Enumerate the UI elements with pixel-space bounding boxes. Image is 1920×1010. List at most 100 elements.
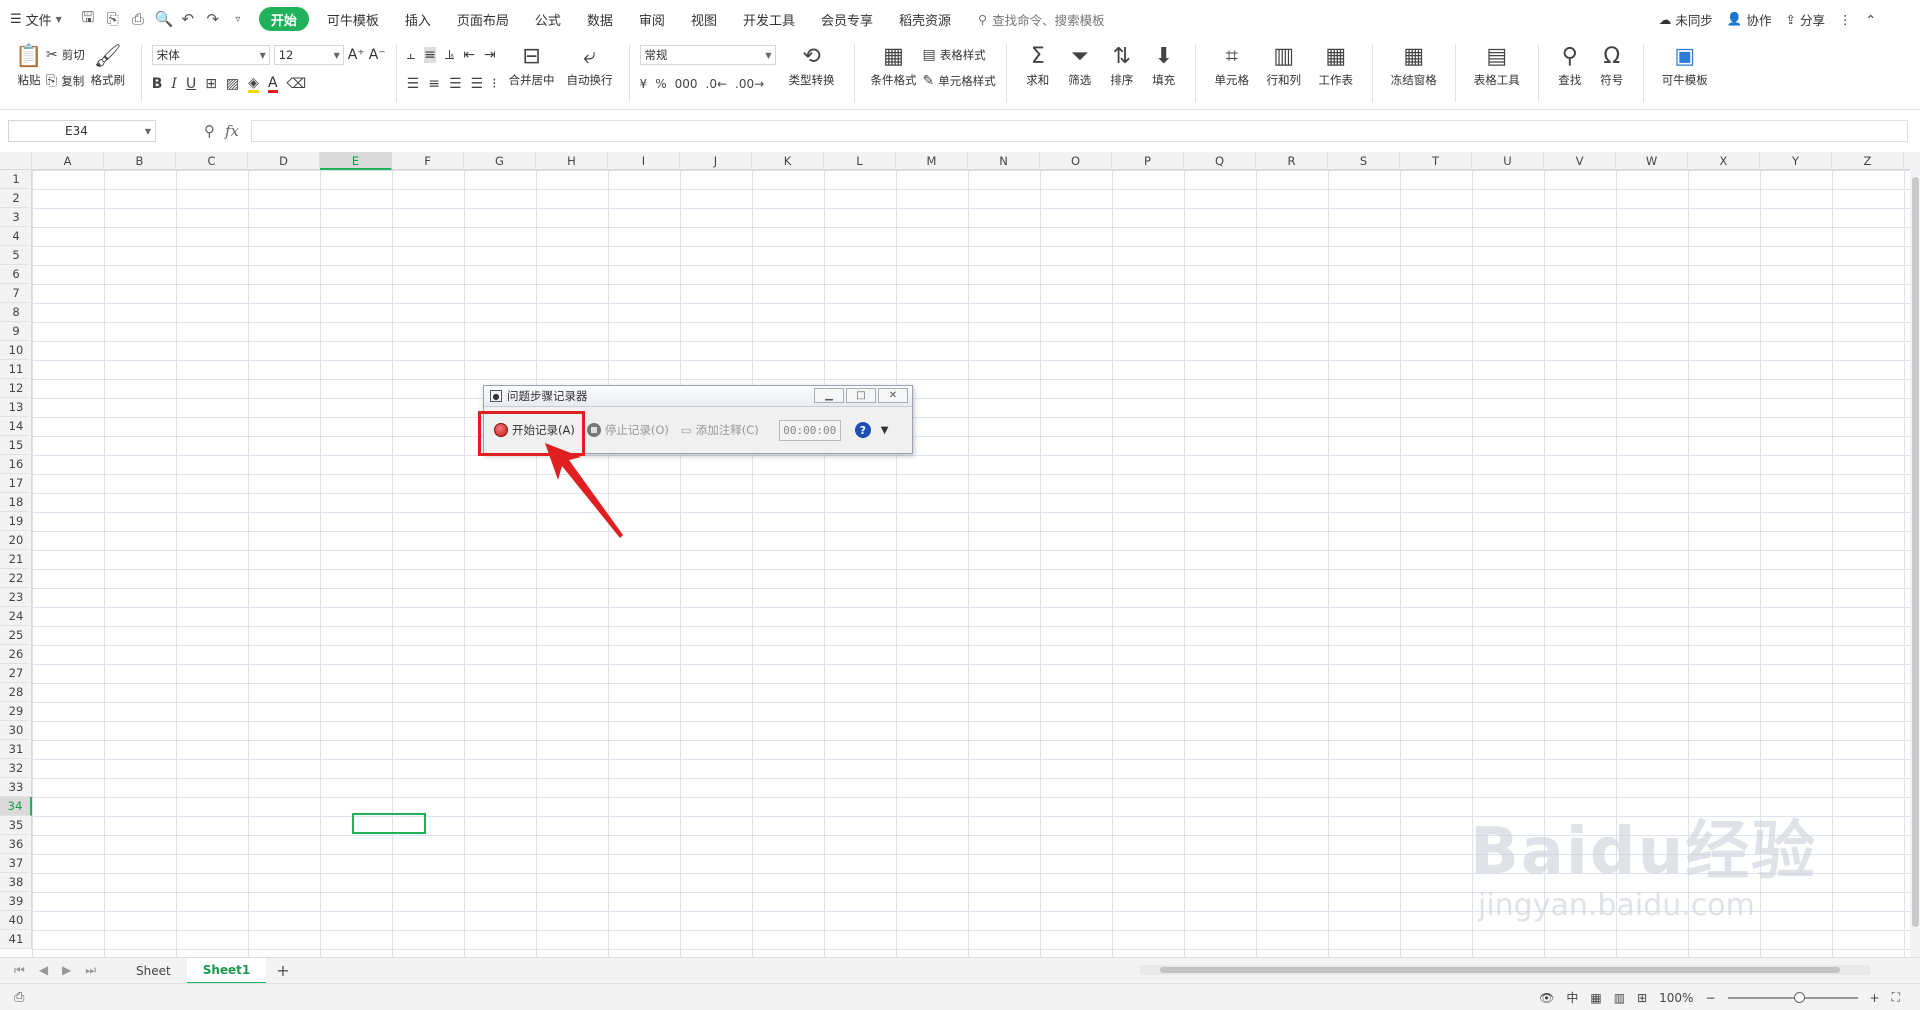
row-header[interactable]: 25 — [0, 626, 32, 645]
file-menu[interactable]: ☰ 文件 ▼ — [0, 0, 72, 38]
table-style-button[interactable]: ▤ 表格样式 — [923, 45, 996, 65]
align-top-icon[interactable]: ⫠ — [407, 47, 415, 63]
decrease-decimal-icon[interactable]: .00→ — [735, 77, 764, 91]
column-header[interactable]: P — [1112, 152, 1184, 170]
row-header[interactable]: 31 — [0, 740, 32, 759]
column-header[interactable]: S — [1328, 152, 1400, 170]
row-header[interactable]: 29 — [0, 702, 32, 721]
row-header[interactable]: 10 — [0, 341, 32, 360]
row-header[interactable]: 11 — [0, 360, 32, 379]
column-header[interactable]: H — [536, 152, 608, 170]
column-header[interactable]: D — [248, 152, 320, 170]
selected-cell[interactable] — [352, 813, 426, 834]
row-header[interactable]: 9 — [0, 322, 32, 341]
row-header[interactable]: 30 — [0, 721, 32, 740]
column-header[interactable]: Y — [1760, 152, 1832, 170]
fill-button[interactable]: ⬇ 填充 — [1143, 38, 1185, 110]
next-sheet-icon[interactable]: ▶ — [62, 963, 71, 978]
cut-button[interactable]: ✂ 剪切 — [46, 45, 85, 65]
column-header[interactable]: W — [1616, 152, 1688, 170]
column-header[interactable]: C — [176, 152, 248, 170]
normal-view-icon[interactable]: ▦ — [1590, 991, 1601, 1005]
table-tools-button[interactable]: ▤ 表格工具 — [1466, 38, 1528, 110]
row-header[interactable]: 19 — [0, 512, 32, 531]
bold-icon[interactable]: B — [152, 76, 163, 92]
indent-decrease-icon[interactable]: ⇤ — [463, 47, 475, 63]
tab-review[interactable]: 审阅 — [626, 0, 678, 38]
justify-icon[interactable]: ☰ — [471, 76, 484, 92]
redo-icon[interactable]: ↷ — [205, 10, 221, 28]
sheet-tab-active[interactable]: Sheet1 — [186, 957, 267, 984]
column-header[interactable]: F — [392, 152, 464, 170]
copy-button[interactable]: ⎘ 复制 — [46, 71, 85, 91]
format-painter-button[interactable]: 🖌 格式刷 — [85, 38, 131, 110]
close-icon[interactable]: ✕ — [878, 388, 908, 403]
cell-fill-icon[interactable]: ▨ — [226, 76, 239, 92]
worksheet-button[interactable]: ▦ 工作表 — [1310, 38, 1362, 110]
help-icon[interactable]: ? — [854, 422, 871, 438]
tab-insert[interactable]: 插入 — [392, 0, 444, 38]
more-button[interactable]: ⋮ — [1839, 12, 1852, 27]
zoom-level[interactable]: 100% — [1659, 991, 1693, 1005]
fill-color-icon[interactable]: ◈ — [248, 76, 259, 93]
number-format-select[interactable]: 常规 ▼ — [639, 45, 776, 65]
align-middle-icon[interactable]: ≡ — [424, 47, 436, 63]
maximize-icon[interactable]: □ — [846, 388, 876, 403]
column-header[interactable]: O — [1040, 152, 1112, 170]
underline-icon[interactable]: U — [186, 76, 196, 92]
scroll-thumb[interactable] — [1160, 967, 1840, 973]
save-icon[interactable]: 🖫 — [80, 7, 96, 32]
freeze-panes-button[interactable]: ▦ 冻结窗格 — [1383, 38, 1445, 110]
tab-kn-template[interactable]: 可牛模板 — [314, 0, 392, 38]
cell-style-button[interactable]: ✎ 单元格样式 — [923, 71, 996, 91]
row-header[interactable]: 40 — [0, 911, 32, 930]
symbol-button[interactable]: Ω 符号 — [1591, 38, 1633, 110]
tab-developer[interactable]: 开发工具 — [730, 0, 808, 38]
share-button[interactable]: ⇪ 分享 — [1786, 10, 1826, 29]
command-search[interactable]: ⚲ 查找命令、搜索模板 — [978, 10, 1105, 29]
eraser-icon[interactable]: ⌫ — [287, 76, 307, 92]
sheet-tab[interactable]: Sheet — [120, 958, 187, 984]
font-size-select[interactable]: 12 ▼ — [273, 45, 344, 65]
decrease-font-icon[interactable]: A⁻ — [369, 47, 386, 63]
sum-button[interactable]: Σ 求和 — [1017, 38, 1059, 110]
row-header[interactable]: 34 — [0, 797, 32, 816]
column-header[interactable]: G — [464, 152, 536, 170]
column-header[interactable]: J — [680, 152, 752, 170]
align-bottom-icon[interactable]: ⫡ — [445, 47, 454, 63]
tab-formula[interactable]: 公式 — [522, 0, 574, 38]
paste-button[interactable]: 📋 粘贴 — [12, 38, 46, 110]
row-header[interactable]: 18 — [0, 493, 32, 512]
macro-icon[interactable]: ⎙ — [14, 990, 24, 1005]
add-comment-button[interactable]: ▭ 添加注释(C) — [677, 420, 763, 440]
export-icon[interactable]: ⎘ — [105, 10, 121, 28]
minimize-icon[interactable]: ▁ — [814, 388, 844, 403]
currency-icon[interactable]: ¥ — [640, 77, 648, 91]
column-header[interactable]: R — [1256, 152, 1328, 170]
row-header[interactable]: 33 — [0, 778, 32, 797]
row-header[interactable]: 37 — [0, 854, 32, 873]
zoom-knob[interactable] — [1793, 991, 1805, 1003]
distribute-icon[interactable]: ⁝ — [492, 76, 496, 92]
align-center-icon[interactable]: ≡ — [428, 76, 440, 92]
column-header[interactable]: X — [1688, 152, 1760, 170]
eye-icon[interactable]: 👁 — [1539, 991, 1554, 1005]
filter-button[interactable]: ⏷ 筛选 — [1059, 38, 1101, 110]
zoom-out-icon[interactable]: − — [1705, 991, 1715, 1005]
add-sheet-button[interactable]: + — [266, 961, 299, 980]
row-header[interactable]: 17 — [0, 474, 32, 493]
align-right-icon[interactable]: ☰ — [449, 76, 462, 92]
row-header[interactable]: 26 — [0, 645, 32, 664]
column-header[interactable]: Q — [1184, 152, 1256, 170]
input-lang[interactable]: 中 — [1566, 989, 1578, 1006]
tab-daoke[interactable]: 稻壳资源 — [886, 0, 964, 38]
undo-icon[interactable]: ↶ — [180, 10, 196, 28]
fx-icon[interactable]: fx — [225, 122, 239, 140]
column-header[interactable]: M — [896, 152, 968, 170]
type-convert-button[interactable]: ⟲ 类型转换 — [780, 38, 844, 110]
row-header[interactable]: 36 — [0, 835, 32, 854]
font-name-select[interactable]: 宋体 ▼ — [151, 45, 270, 65]
row-header[interactable]: 6 — [0, 265, 32, 284]
row-header[interactable]: 20 — [0, 531, 32, 550]
stop-record-button[interactable]: 停止记录(O) — [583, 420, 673, 440]
